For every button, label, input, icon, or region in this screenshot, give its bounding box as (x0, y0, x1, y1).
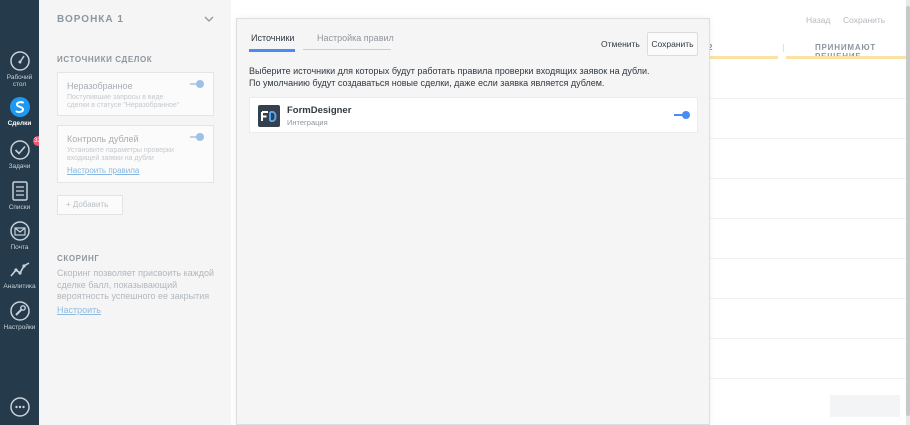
stage-color-bar (786, 56, 906, 59)
unsorted-toggle[interactable] (190, 80, 204, 88)
tab-sources[interactable]: Источники (249, 33, 295, 52)
chevron-down-icon[interactable] (204, 14, 214, 24)
source-card-unsorted[interactable]: Неразобранное Поступившие запросы в виде… (57, 72, 214, 116)
nav-item-chat[interactable] (0, 396, 39, 418)
left-nav: Рабочий стол Сделки 32 Задачи Списки Поч… (0, 0, 43, 425)
sources-section-title: ИСТОЧНИКИ СДЕЛОК (57, 55, 153, 64)
grid-line (710, 178, 906, 179)
card-title: Неразобранное (67, 81, 133, 91)
column-divider (783, 44, 784, 52)
nav-item-mail[interactable]: Почта (0, 220, 39, 251)
nav-label: Аналитика (3, 283, 36, 290)
source-card-duplicates[interactable]: Контроль дублей Установите параметры про… (57, 125, 214, 183)
source-name: FormDesigner (287, 105, 352, 116)
source-toggle[interactable] (674, 110, 690, 120)
envelope-icon (9, 221, 30, 241)
check-circle-icon (9, 140, 30, 160)
grid-line (710, 98, 906, 99)
duplicates-toggle[interactable] (190, 133, 204, 141)
nav-label: Сделки (7, 120, 32, 127)
duplicates-modal: Источники Настройка правил Отменить Сохр… (236, 18, 710, 425)
nav-label: Задачи (8, 163, 31, 170)
cancel-button[interactable]: Отменить (593, 34, 648, 54)
add-source-button[interactable]: + Добавить (57, 195, 123, 215)
nav-item-dashboard[interactable]: Рабочий стол (0, 50, 39, 88)
grid-line (710, 258, 906, 259)
nav-label: Настройки (3, 324, 36, 331)
placeholder-block (830, 395, 900, 417)
nav-item-tasks[interactable]: 32 Задачи (0, 136, 43, 170)
chat-bubble-icon (9, 397, 30, 417)
scoring-configure-link[interactable]: Настроить (57, 305, 101, 315)
nav-label: Списки (8, 204, 31, 211)
card-description: Установите параметры проверки входящей з… (67, 147, 174, 162)
scoring-description: Скоринг позволяет присвоить каждой сделк… (57, 268, 215, 301)
list-icon (11, 181, 28, 201)
wrench-icon (9, 301, 30, 321)
nav-item-lists[interactable]: Списки (0, 180, 39, 211)
page-scrollbar[interactable] (906, 0, 910, 425)
modal-description: Выберите источники для которых будут раб… (249, 66, 650, 88)
header-save-button[interactable]: Сохранить (843, 15, 885, 25)
card-description: Поступившие запросы в виде сделки в стат… (67, 94, 180, 109)
speedometer-icon (9, 51, 30, 71)
source-type: Интеграция (287, 118, 328, 127)
tab-rules-settings[interactable]: Настройка правил (303, 33, 394, 50)
scoring-section-title: СКОРИНГ (57, 254, 100, 263)
formdesigner-logo (258, 105, 280, 127)
source-row-formdesigner: FormDesigner Интеграция (249, 97, 698, 133)
grid-line (710, 138, 906, 139)
deals-icon (9, 97, 30, 117)
nav-label: Рабочий стол (6, 74, 33, 88)
nav-item-analytics[interactable]: Аналитика (0, 259, 39, 290)
grid-line (710, 298, 906, 299)
configure-rules-link[interactable]: Настроить правила (67, 166, 139, 175)
nav-item-settings[interactable]: Настройки (0, 300, 39, 331)
card-title: Контроль дублей (67, 134, 139, 144)
grid-line (710, 378, 906, 379)
save-button[interactable]: Сохранить (647, 32, 698, 56)
stage-color-bar (710, 56, 778, 59)
pipeline-title[interactable]: ВОРОНКА 1 (57, 14, 124, 25)
chart-line-icon (9, 262, 29, 277)
formdesigner-logo-icon (261, 111, 277, 122)
grid-line (710, 218, 906, 219)
back-button[interactable]: Назад (806, 15, 830, 25)
grid-line (710, 338, 906, 339)
nav-item-deals[interactable]: Сделки (0, 96, 39, 127)
nav-label: Почта (10, 244, 29, 251)
